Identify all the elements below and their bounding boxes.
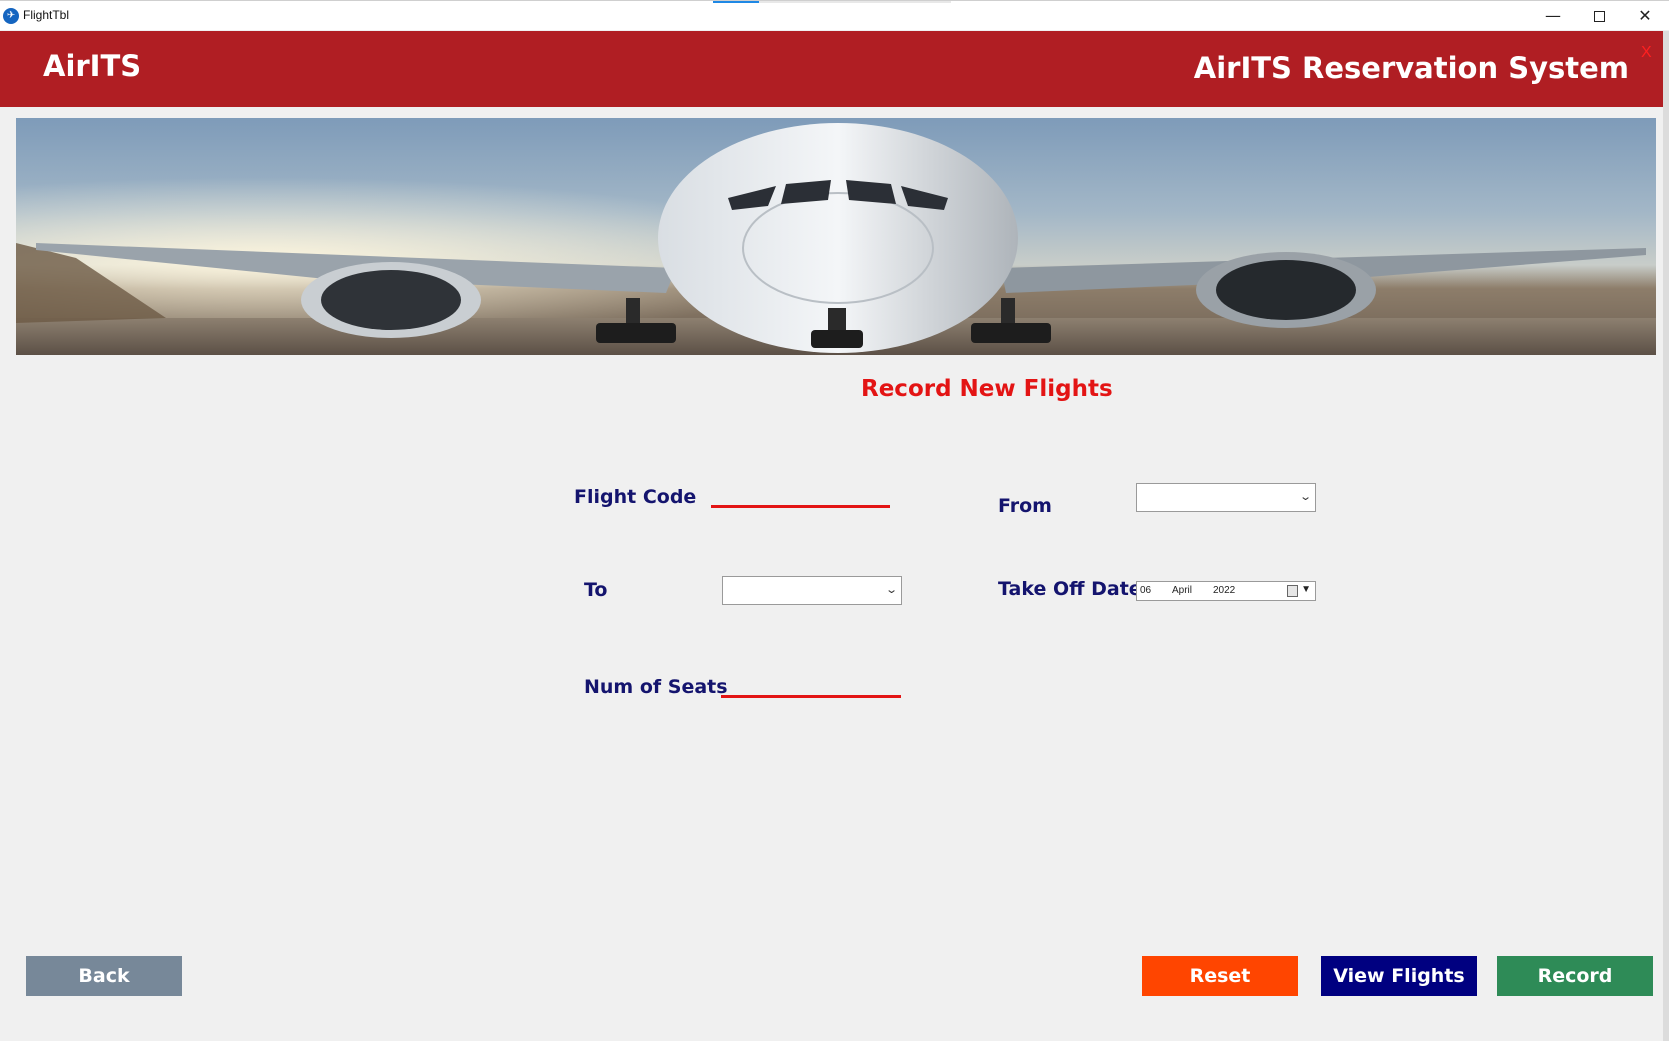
minimize-button[interactable]: — <box>1530 1 1576 31</box>
titlebar-accent-secondary <box>759 1 951 3</box>
chevron-down-icon: ⌄ <box>884 583 898 596</box>
from-label: From <box>998 495 1052 517</box>
chevron-down-icon[interactable]: ▼ <box>1301 584 1311 595</box>
flight-code-input[interactable] <box>711 478 890 508</box>
date-month: April <box>1172 585 1193 596</box>
system-title: AirITS Reservation System <box>1193 51 1629 85</box>
app-header: AirITS AirITS Reservation System X <box>0 31 1663 107</box>
reset-button[interactable]: Reset <box>1142 956 1298 996</box>
window-title: FlightTbl <box>23 8 70 22</box>
take-off-date-picker[interactable]: 06 April 2022 ▼ <box>1136 581 1316 601</box>
calendar-icon[interactable] <box>1287 585 1298 597</box>
date-year: 2022 <box>1213 585 1236 596</box>
titlebar-accent <box>713 1 759 3</box>
back-button[interactable]: Back <box>26 956 182 996</box>
window-close-button[interactable]: ✕ <box>1622 1 1668 31</box>
brand-name: AirITS <box>43 49 142 83</box>
airplane-icon: ✈ <box>3 8 19 24</box>
header-close-button[interactable]: X <box>1641 44 1652 62</box>
view-flights-button[interactable]: View Flights <box>1321 956 1477 996</box>
window-titlebar: ✈ FlightTbl — ✕ <box>0 0 1669 30</box>
date-day: 06 <box>1140 585 1152 596</box>
maximize-icon <box>1593 11 1605 22</box>
maximize-button[interactable] <box>1576 1 1622 31</box>
minimize-icon: — <box>1545 6 1561 25</box>
take-off-date-label: Take Off Date <box>998 578 1142 600</box>
num-of-seats-label: Num of Seats <box>584 676 728 698</box>
right-edge-strip <box>1663 31 1669 1041</box>
form-title: Record New Flights <box>861 376 1113 402</box>
chevron-down-icon: ⌄ <box>1298 490 1312 503</box>
from-dropdown[interactable]: ⌄ <box>1136 483 1316 512</box>
airplane-banner-image <box>16 118 1656 355</box>
close-icon: ✕ <box>1638 6 1652 25</box>
to-label: To <box>584 579 608 601</box>
to-dropdown[interactable]: ⌄ <box>722 576 902 605</box>
record-button[interactable]: Record <box>1497 956 1653 996</box>
num-of-seats-input[interactable] <box>721 668 901 698</box>
flight-code-label: Flight Code <box>574 486 697 508</box>
